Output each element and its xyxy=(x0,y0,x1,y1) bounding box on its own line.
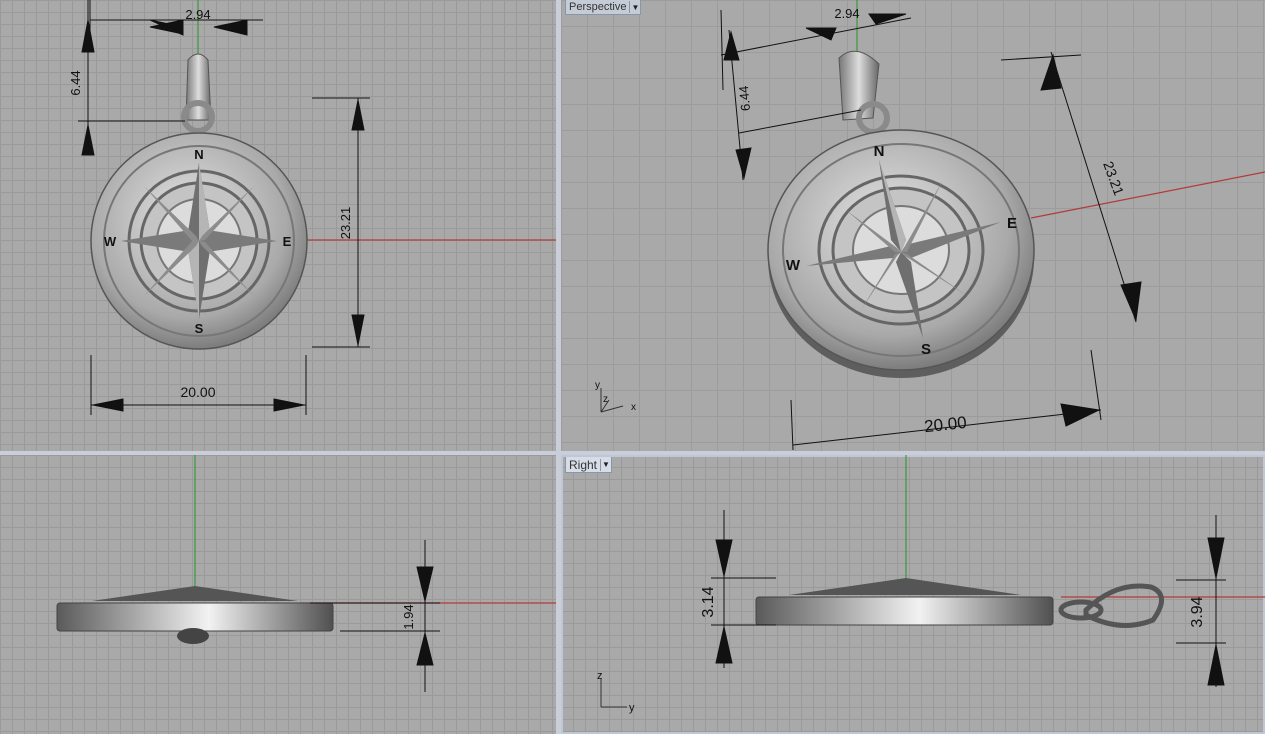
compass-east-label: E xyxy=(1007,215,1017,232)
compass-south-label: S xyxy=(195,321,204,336)
star-profile xyxy=(92,586,298,601)
perspective-view-drawing: N S E W 2.94 6.44 23.21 20.00 x y z xyxy=(595,0,1265,451)
viewport-front[interactable]: 1.94 xyxy=(0,455,556,734)
x-axis-line xyxy=(1030,171,1265,219)
dim-star-height-text: 3.14 xyxy=(700,586,717,617)
dim-bail-width-text: 2.94 xyxy=(834,6,859,21)
compass-medallion[interactable] xyxy=(767,129,1035,378)
viewport-top[interactable]: N S E W 2.94 6.44 23.21 20.00 xyxy=(0,0,556,451)
viewport-right[interactable]: Right ▼ 3.14 3.94 y z xyxy=(561,455,1265,734)
bail-profile xyxy=(1058,583,1164,628)
dim-total-height-text: 23.21 xyxy=(1100,159,1127,198)
dim-bail-height-text: 6.44 xyxy=(68,70,83,95)
right-view-drawing: 3.14 3.94 y z xyxy=(597,455,1265,714)
star-profile xyxy=(789,578,1021,595)
viewport-splitter-horizontal[interactable] xyxy=(0,451,1265,455)
compass-north-label: N xyxy=(194,147,203,162)
axis-x-label: x xyxy=(631,402,636,413)
dim-thickness-text: 1.94 xyxy=(401,604,416,629)
medallion-profile[interactable] xyxy=(56,602,334,632)
axis-z-label: z xyxy=(597,670,603,682)
compass-west-label: W xyxy=(104,234,117,249)
dim-bail-width-text: 2.94 xyxy=(185,7,210,22)
compass-north-label: N xyxy=(874,143,885,160)
compass-west-label: W xyxy=(786,257,801,274)
dim-bail-height-text: 6.44 xyxy=(736,85,753,112)
dim-bail-width[interactable] xyxy=(720,9,912,91)
dim-total-height-text: 23.21 xyxy=(338,207,353,240)
dim-bail-thickness-text: 3.94 xyxy=(1189,596,1206,627)
viewport-perspective[interactable]: Perspective ▼ N S E W 2.94 6.44 23.21 20… xyxy=(561,0,1265,451)
rhino-window: N S E W 2.94 6.44 23.21 20.00 Perspectiv… xyxy=(0,0,1265,734)
dim-diameter-text: 20.00 xyxy=(923,413,967,436)
compass-medallion[interactable] xyxy=(90,132,308,350)
viewport-splitter-vertical[interactable] xyxy=(556,0,561,734)
compass-east-label: E xyxy=(283,234,292,249)
dim-bail-width[interactable] xyxy=(89,0,263,45)
axis-y-label: y xyxy=(629,702,635,714)
dim-star-height[interactable] xyxy=(711,510,776,668)
compass-south-label: S xyxy=(921,341,931,358)
bail-profile xyxy=(177,628,209,644)
bail xyxy=(838,50,890,135)
top-view-drawing: N S E W 2.94 6.44 23.21 20.00 xyxy=(68,0,556,415)
axis-widget xyxy=(600,679,627,708)
axis-y-label: y xyxy=(595,380,600,391)
axis-z-label: z xyxy=(603,394,608,405)
front-view-drawing: 1.94 xyxy=(56,455,556,692)
dim-diameter-text: 20.00 xyxy=(180,384,215,400)
medallion-profile[interactable] xyxy=(755,596,1054,626)
